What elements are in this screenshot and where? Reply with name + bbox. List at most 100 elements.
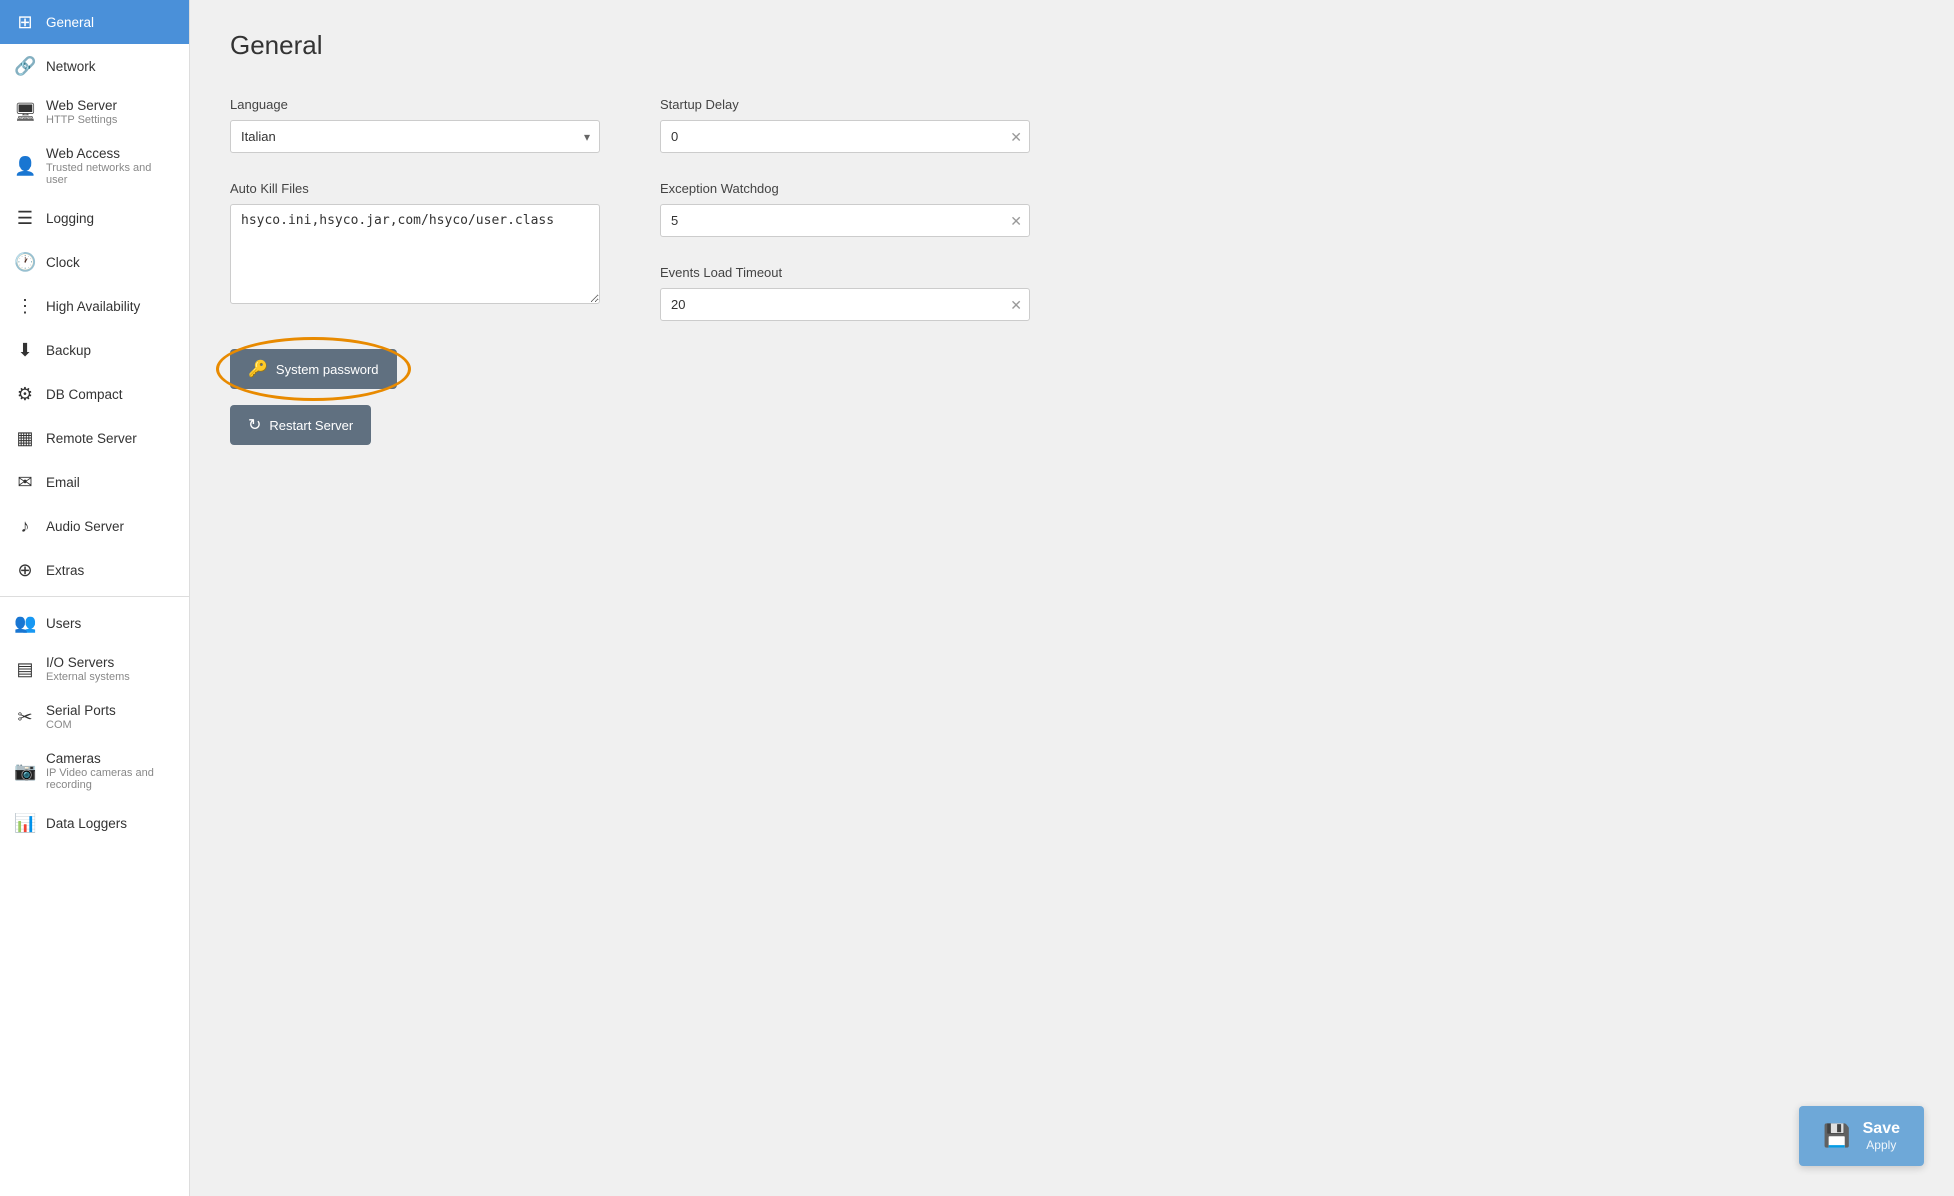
email-icon: ✉: [14, 472, 36, 493]
sidebar-item-label-backup: Backup: [46, 343, 91, 358]
sidebar-item-network[interactable]: 🔗Network: [0, 44, 189, 88]
sidebar-item-general[interactable]: ⊞ General: [0, 0, 189, 44]
sidebar-item-text-db-compact: DB Compact: [46, 387, 123, 402]
sidebar-item-serial-ports[interactable]: ✂ Serial PortsCOM: [0, 693, 189, 741]
sidebar-item-text-io-servers: I/O ServersExternal systems: [46, 655, 130, 683]
sidebar-item-data-loggers[interactable]: 📊Data Loggers: [0, 801, 189, 845]
restart-server-button[interactable]: ↻ Restart Server: [230, 405, 371, 445]
startup-delay-clear-button[interactable]: ✕: [1010, 130, 1022, 144]
system-password-wrapper: 🔑 System password: [230, 349, 397, 389]
sidebar-item-label-clock: Clock: [46, 255, 80, 270]
remote-server-icon: ▦: [14, 428, 36, 449]
auto-kill-files-textarea[interactable]: [230, 204, 600, 304]
events-load-timeout-input[interactable]: [660, 288, 1030, 321]
backup-icon: ⬇: [14, 340, 36, 361]
settings-form: Language ItalianEnglishGermanFrenchSpani…: [230, 97, 1030, 321]
io-servers-icon: ▤: [14, 659, 36, 680]
extras-icon: ⊕: [14, 560, 36, 581]
sidebar-item-backup[interactable]: ⬇ Backup: [0, 328, 189, 372]
sidebar-item-sub-web-access: Trusted networks and user: [46, 162, 175, 186]
language-select-wrapper: ItalianEnglishGermanFrenchSpanish ▾: [230, 120, 600, 153]
sidebar-item-web-server[interactable]: 🖥 Web ServerHTTP Settings: [0, 88, 189, 136]
sidebar-item-email[interactable]: ✉ Email: [0, 460, 189, 504]
system-password-button[interactable]: 🔑 System password: [230, 349, 397, 389]
sidebar-item-label-io-servers: I/O Servers: [46, 655, 130, 670]
general-icon: ⊞: [14, 12, 36, 33]
sidebar-item-text-web-access: Web AccessTrusted networks and user: [46, 146, 175, 186]
sidebar-item-text-web-server: Web ServerHTTP Settings: [46, 98, 117, 126]
sidebar-item-audio-server[interactable]: ♪ Audio Server: [0, 504, 189, 548]
events-load-timeout-group: Events Load Timeout ✕: [660, 265, 1030, 321]
restart-row: ↻ Restart Server: [230, 405, 1914, 445]
restart-icon: ↻: [248, 415, 261, 435]
web-server-icon: 🖥: [14, 102, 36, 123]
sidebar-item-label-general: General: [46, 15, 94, 30]
sidebar-item-label-email: Email: [46, 475, 80, 490]
sidebar-item-label-remote-server: Remote Server: [46, 431, 137, 446]
audio-server-icon: ♪: [14, 516, 36, 537]
sidebar-item-users[interactable]: 👥 Users: [0, 601, 189, 645]
sidebar-item-label-extras: Extras: [46, 563, 84, 578]
sidebar-item-clock[interactable]: 🕐Clock: [0, 240, 189, 284]
sidebar-item-text-serial-ports: Serial PortsCOM: [46, 703, 116, 731]
sidebar-item-text-extras: Extras: [46, 563, 84, 578]
sidebar-item-label-web-access: Web Access: [46, 146, 175, 161]
main-content: General Language ItalianEnglishGermanFre…: [190, 0, 1954, 1196]
save-apply-button[interactable]: 💾 Save Apply: [1799, 1106, 1924, 1166]
apply-label: Apply: [1863, 1138, 1900, 1152]
sidebar-item-label-network: Network: [46, 59, 96, 74]
serial-ports-icon: ✂: [14, 707, 36, 728]
startup-delay-label: Startup Delay: [660, 97, 1030, 112]
sidebar-item-text-network: Network: [46, 59, 96, 74]
sidebar-item-io-servers[interactable]: ▤ I/O ServersExternal systems: [0, 645, 189, 693]
right-column: Exception Watchdog ✕ Events Load Timeout…: [660, 181, 1030, 321]
sidebar-item-label-logging: Logging: [46, 211, 94, 226]
exception-watchdog-group: Exception Watchdog ✕: [660, 181, 1030, 237]
exception-watchdog-clear-button[interactable]: ✕: [1010, 214, 1022, 228]
language-select[interactable]: ItalianEnglishGermanFrenchSpanish: [230, 120, 600, 153]
web-access-icon: 👤: [14, 156, 36, 177]
sidebar-item-text-audio-server: Audio Server: [46, 519, 124, 534]
key-icon: 🔑: [248, 359, 268, 379]
high-availability-icon: ⋮: [14, 296, 36, 317]
sidebar-item-remote-server[interactable]: ▦ Remote Server: [0, 416, 189, 460]
sidebar-item-extras[interactable]: ⊕ Extras: [0, 548, 189, 592]
sidebar-item-label-audio-server: Audio Server: [46, 519, 124, 534]
sidebar-item-sub-serial-ports: COM: [46, 719, 116, 731]
sidebar-divider: [0, 596, 189, 597]
sidebar-item-logging[interactable]: ☰ Logging: [0, 196, 189, 240]
sidebar-item-text-remote-server: Remote Server: [46, 431, 137, 446]
save-icon: 💾: [1823, 1123, 1850, 1149]
sidebar-item-db-compact[interactable]: ⚙DB Compact: [0, 372, 189, 416]
sidebar-item-label-users: Users: [46, 616, 81, 631]
save-apply-text: Save Apply: [1863, 1120, 1900, 1152]
restart-server-label: Restart Server: [269, 418, 353, 433]
exception-watchdog-wrapper: ✕: [660, 204, 1030, 237]
exception-watchdog-input[interactable]: [660, 204, 1030, 237]
sidebar-item-web-access[interactable]: 👤 Web AccessTrusted networks and user: [0, 136, 189, 196]
sidebar-item-label-data-loggers: Data Loggers: [46, 816, 127, 831]
sidebar-item-sub-cameras: IP Video cameras and recording: [46, 767, 175, 791]
logging-icon: ☰: [14, 208, 36, 229]
language-label: Language: [230, 97, 600, 112]
auto-kill-files-group: Auto Kill Files: [230, 181, 600, 321]
sidebar-item-text-clock: Clock: [46, 255, 80, 270]
sidebar-item-cameras[interactable]: 📷 CamerasIP Video cameras and recording: [0, 741, 189, 801]
sidebar-item-text-general: General: [46, 15, 94, 30]
sidebar-item-text-users: Users: [46, 616, 81, 631]
sidebar-item-label-high-availability: High Availability: [46, 299, 140, 314]
action-buttons-row: 🔑 System password: [230, 349, 1914, 389]
page-title: General: [230, 30, 1914, 61]
sidebar-item-sub-io-servers: External systems: [46, 671, 130, 683]
cameras-icon: 📷: [14, 761, 36, 782]
sidebar-item-label-serial-ports: Serial Ports: [46, 703, 116, 718]
system-password-label: System password: [276, 362, 379, 377]
sidebar-item-high-availability[interactable]: ⋮ High Availability: [0, 284, 189, 328]
exception-watchdog-label: Exception Watchdog: [660, 181, 1030, 196]
users-icon: 👥: [14, 613, 36, 634]
sidebar-item-text-email: Email: [46, 475, 80, 490]
startup-delay-input[interactable]: [660, 120, 1030, 153]
sidebar-item-text-cameras: CamerasIP Video cameras and recording: [46, 751, 175, 791]
events-load-timeout-clear-button[interactable]: ✕: [1010, 298, 1022, 312]
sidebar-item-text-data-loggers: Data Loggers: [46, 816, 127, 831]
